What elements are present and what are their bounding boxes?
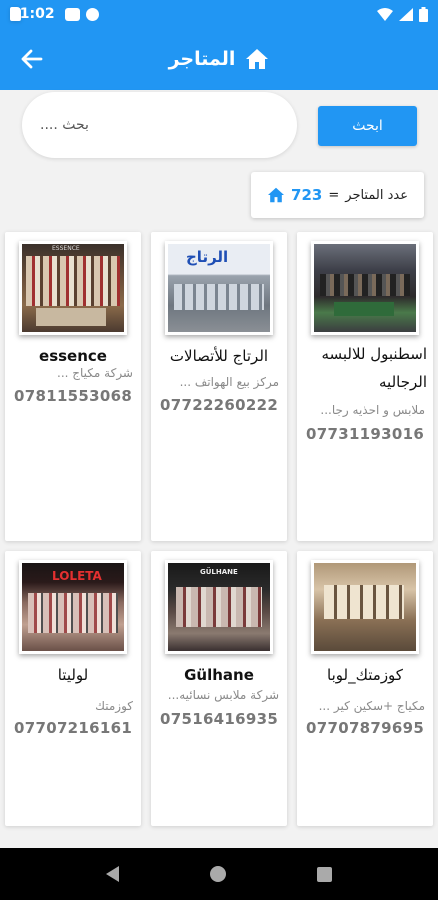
store-card[interactable]: GÜLHANE Gülhane شركة ملابس نسائيه... 075… [151,551,287,826]
store-card[interactable]: كوزمتك_لوبا مكياج +سكين كير ... 07707879… [297,551,433,826]
nav-recents-icon[interactable] [317,866,333,882]
system-nav-bar [0,848,438,900]
store-sign: ESSENCE [52,245,80,252]
store-description: ملابس و احذيه رجا... [320,403,425,417]
store-photo: ESSENCE [19,241,127,335]
store-description: كوزمتك [95,699,133,713]
home-icon [268,187,285,203]
store-name: كوزمتك_لوبا [327,666,403,684]
store-name: اسطنبول للالبسه الرجاليه [321,345,427,391]
store-description: مكياج +سكين كير ... [318,699,425,713]
app-notification-icon [85,7,99,21]
store-name: Gülhane [184,666,254,684]
store-sign: الرتاج [186,248,229,266]
store-name: الرتاج للأتصالات [169,347,269,365]
store-description: شركة ملابس نسائيه... [167,688,279,702]
store-card[interactable]: اسطنبول للالبسه الرجاليه ملابس و احذيه ر… [297,232,433,541]
app-bar: المتاجر [0,28,438,90]
youtube-icon [64,7,80,21]
store-sign: LOLETA [52,569,102,583]
store-photo: GÜLHANE [165,560,273,654]
signal-icon [399,7,413,21]
battery-icon [419,6,428,22]
search-field[interactable] [22,92,297,158]
home-icon [246,49,269,69]
store-photo: LOLETA [19,560,127,654]
store-count-equals: = [328,187,340,203]
store-photo [311,560,419,654]
wifi-icon [377,7,393,21]
status-bar: 11:02 [0,0,438,28]
store-card[interactable]: ESSENCE essence شركة مكياج ... 078115530… [5,232,141,541]
store-photo: الرتاج [165,241,273,335]
store-count-box: عدد المتاجر = 723 [251,172,424,218]
search-button[interactable]: ابحث [318,106,417,146]
store-phone[interactable]: 07707879695 [306,719,424,737]
store-photo [311,241,419,335]
sd-card-icon [10,7,21,21]
store-card[interactable]: الرتاج الرتاج للأتصالات مركز بيع الهواتف… [151,232,287,541]
store-phone[interactable]: 07516416935 [160,710,278,728]
store-count-value: 723 [291,186,323,204]
store-name: لوليتا [57,666,89,684]
store-phone[interactable]: 07707216161 [14,719,132,737]
store-sign: GÜLHANE [200,568,238,576]
nav-back-icon[interactable] [105,866,119,882]
store-phone[interactable]: 07731193016 [306,425,424,443]
page-title: المتاجر [168,48,236,70]
nav-home-icon[interactable] [209,866,226,882]
store-card[interactable]: LOLETA لوليتا كوزمتك 07707216161 [5,551,141,826]
store-phone[interactable]: 07811553068 [14,387,132,405]
store-description: شركة مكياج ... [57,366,133,380]
arrow-left-icon [21,49,43,69]
store-count-label: عدد المتاجر [345,187,408,203]
store-phone[interactable]: 07722260222 [160,396,278,414]
search-input[interactable] [40,117,240,133]
store-description: مركز بيع الهواتف ... [179,375,279,389]
back-button[interactable] [16,43,48,75]
